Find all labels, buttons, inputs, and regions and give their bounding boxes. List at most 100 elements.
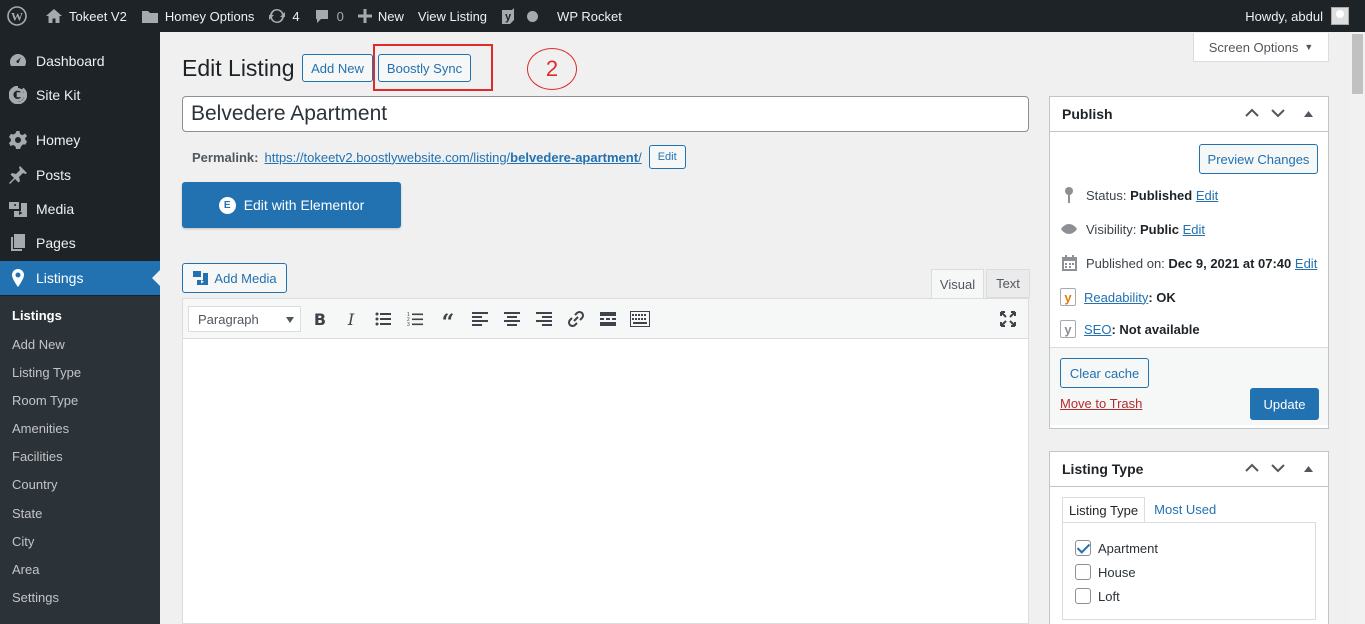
- seo-status-dot-icon: [527, 10, 539, 22]
- insert-link-icon[interactable]: [564, 307, 588, 331]
- google-g-icon: [8, 85, 28, 105]
- svg-text:y: y: [505, 11, 512, 23]
- yoast-seo-icon: y: [1060, 320, 1076, 338]
- sidebar-item-dashboard[interactable]: Dashboard: [0, 44, 160, 78]
- scrollbar-thumb[interactable]: [1352, 34, 1363, 94]
- content-editor[interactable]: Paragraph B I 123 “: [182, 298, 1029, 624]
- wordpress-logo-icon[interactable]: W: [0, 0, 38, 32]
- chevron-down-icon[interactable]: [1271, 462, 1285, 476]
- checkbox-checked[interactable]: [1075, 540, 1091, 556]
- sidebar-item-media[interactable]: Media: [0, 192, 160, 226]
- dashboard-icon: [8, 51, 28, 71]
- tab-most-used[interactable]: Most Used: [1145, 497, 1222, 524]
- homey-options-link[interactable]: Homey Options: [134, 0, 262, 32]
- edit-date-link[interactable]: Edit: [1295, 256, 1317, 271]
- boostly-sync-button[interactable]: Boostly Sync: [378, 54, 471, 82]
- checkbox[interactable]: [1075, 588, 1091, 604]
- chevron-up-icon[interactable]: [1245, 462, 1259, 476]
- chevron-down-icon[interactable]: [1271, 107, 1285, 121]
- sidebar-item-site-kit[interactable]: Site Kit: [0, 78, 160, 112]
- calendar-icon: [1060, 254, 1078, 272]
- submenu-state[interactable]: State: [12, 506, 42, 521]
- seo-link[interactable]: SEO: [1084, 322, 1111, 337]
- submenu-add-new[interactable]: Add New: [12, 337, 65, 352]
- submenu-city[interactable]: City: [12, 534, 34, 549]
- align-right-icon[interactable]: [532, 307, 556, 331]
- submenu-settings[interactable]: Settings: [12, 590, 59, 605]
- edit-with-elementor-button[interactable]: E Edit with Elementor: [182, 182, 401, 228]
- listing-type-option[interactable]: Loft: [1075, 588, 1120, 604]
- add-media-icon: [192, 270, 209, 286]
- edit-status-link[interactable]: Edit: [1196, 188, 1218, 203]
- submenu-area[interactable]: Area: [12, 562, 39, 577]
- submenu-amenities[interactable]: Amenities: [12, 421, 69, 436]
- collapse-triangle-icon[interactable]: [1304, 107, 1313, 121]
- preview-changes-button[interactable]: Preview Changes: [1199, 144, 1318, 174]
- sidebar-scroll-handle[interactable]: [0, 606, 10, 624]
- caret-down-icon: ▼: [1304, 42, 1314, 52]
- tab-text[interactable]: Text: [986, 269, 1030, 298]
- sidebar-item-homey[interactable]: Homey: [0, 123, 160, 157]
- site-name-link[interactable]: Tokeet V2: [38, 0, 134, 32]
- view-listing-link[interactable]: View Listing: [411, 0, 494, 32]
- collapse-triangle-icon[interactable]: [1304, 462, 1313, 476]
- numbered-list-icon[interactable]: 123: [403, 307, 427, 331]
- comments-link[interactable]: 0: [307, 0, 351, 32]
- edit-visibility-link[interactable]: Edit: [1183, 222, 1205, 237]
- chevron-up-icon[interactable]: [1245, 107, 1259, 121]
- fullscreen-icon[interactable]: [996, 307, 1020, 331]
- tab-visual[interactable]: Visual: [931, 269, 984, 299]
- elementor-icon: E: [218, 196, 236, 214]
- listing-type-option[interactable]: House: [1075, 564, 1136, 580]
- new-content-link[interactable]: New: [351, 0, 411, 32]
- visibility-row: Visibility: Public Edit: [1060, 220, 1205, 238]
- select-arrow-icon: [286, 317, 294, 323]
- move-to-trash-link[interactable]: Move to Trash: [1060, 396, 1142, 411]
- italic-icon[interactable]: I: [339, 307, 363, 331]
- add-media-button[interactable]: Add Media: [182, 263, 287, 293]
- listing-type-header: Listing Type: [1050, 452, 1328, 487]
- listing-type-checklist: Apartment House Loft: [1062, 522, 1316, 620]
- yoast-seo-menu[interactable]: y: [494, 0, 545, 32]
- folder-icon: [141, 9, 159, 24]
- post-title-input[interactable]: Belvedere Apartment: [182, 96, 1029, 132]
- toolbar-toggle-icon[interactable]: [628, 307, 652, 331]
- svg-text:3: 3: [407, 322, 410, 327]
- permalink-edit-button[interactable]: Edit: [648, 145, 686, 169]
- listing-type-option[interactable]: Apartment: [1075, 540, 1158, 556]
- read-more-icon[interactable]: [596, 307, 620, 331]
- sidebar-item-posts[interactable]: Posts: [0, 158, 160, 192]
- blockquote-icon[interactable]: “: [436, 307, 460, 336]
- location-pin-icon: [8, 268, 28, 288]
- publish-actions: Clear cache Move to Trash Update: [1050, 347, 1328, 425]
- clear-cache-button[interactable]: Clear cache: [1060, 358, 1149, 388]
- media-icon: [8, 199, 28, 219]
- sidebar-item-listings[interactable]: Listings: [0, 261, 160, 295]
- checkbox[interactable]: [1075, 564, 1091, 580]
- sidebar-item-pages[interactable]: Pages: [0, 226, 160, 260]
- submenu-country[interactable]: Country: [12, 477, 58, 492]
- annotation-number: 2: [527, 48, 577, 90]
- tab-all-listing-types[interactable]: Listing Type: [1062, 497, 1146, 524]
- updates-link[interactable]: 4: [261, 0, 306, 32]
- align-left-icon[interactable]: [468, 307, 492, 331]
- submenu-facilities[interactable]: Facilities: [12, 449, 63, 464]
- page-scrollbar[interactable]: [1350, 32, 1365, 624]
- plus-icon: [357, 9, 372, 23]
- my-account[interactable]: Howdy, abdul: [1245, 7, 1365, 25]
- submenu-listing-type[interactable]: Listing Type: [12, 365, 81, 380]
- screen-options-button[interactable]: Screen Options ▼: [1193, 33, 1329, 62]
- readability-link[interactable]: Readability: [1084, 290, 1148, 305]
- add-new-button[interactable]: Add New: [302, 54, 373, 82]
- bulleted-list-icon[interactable]: [371, 307, 395, 331]
- listing-type-box: Listing Type Listing Type Most Used Apar…: [1049, 451, 1329, 624]
- wp-rocket-menu[interactable]: WP Rocket: [545, 0, 629, 32]
- bold-icon[interactable]: B: [308, 307, 332, 331]
- submenu-room-type[interactable]: Room Type: [12, 393, 78, 408]
- update-button[interactable]: Update: [1250, 388, 1319, 420]
- permalink-link[interactable]: https://tokeetv2.boostlywebsite.com/list…: [264, 150, 641, 165]
- align-center-icon[interactable]: [500, 307, 524, 331]
- format-select[interactable]: Paragraph: [188, 306, 301, 332]
- publish-box: Publish Preview Changes Status: Publishe…: [1049, 96, 1329, 429]
- submenu-listings[interactable]: Listings: [12, 308, 62, 323]
